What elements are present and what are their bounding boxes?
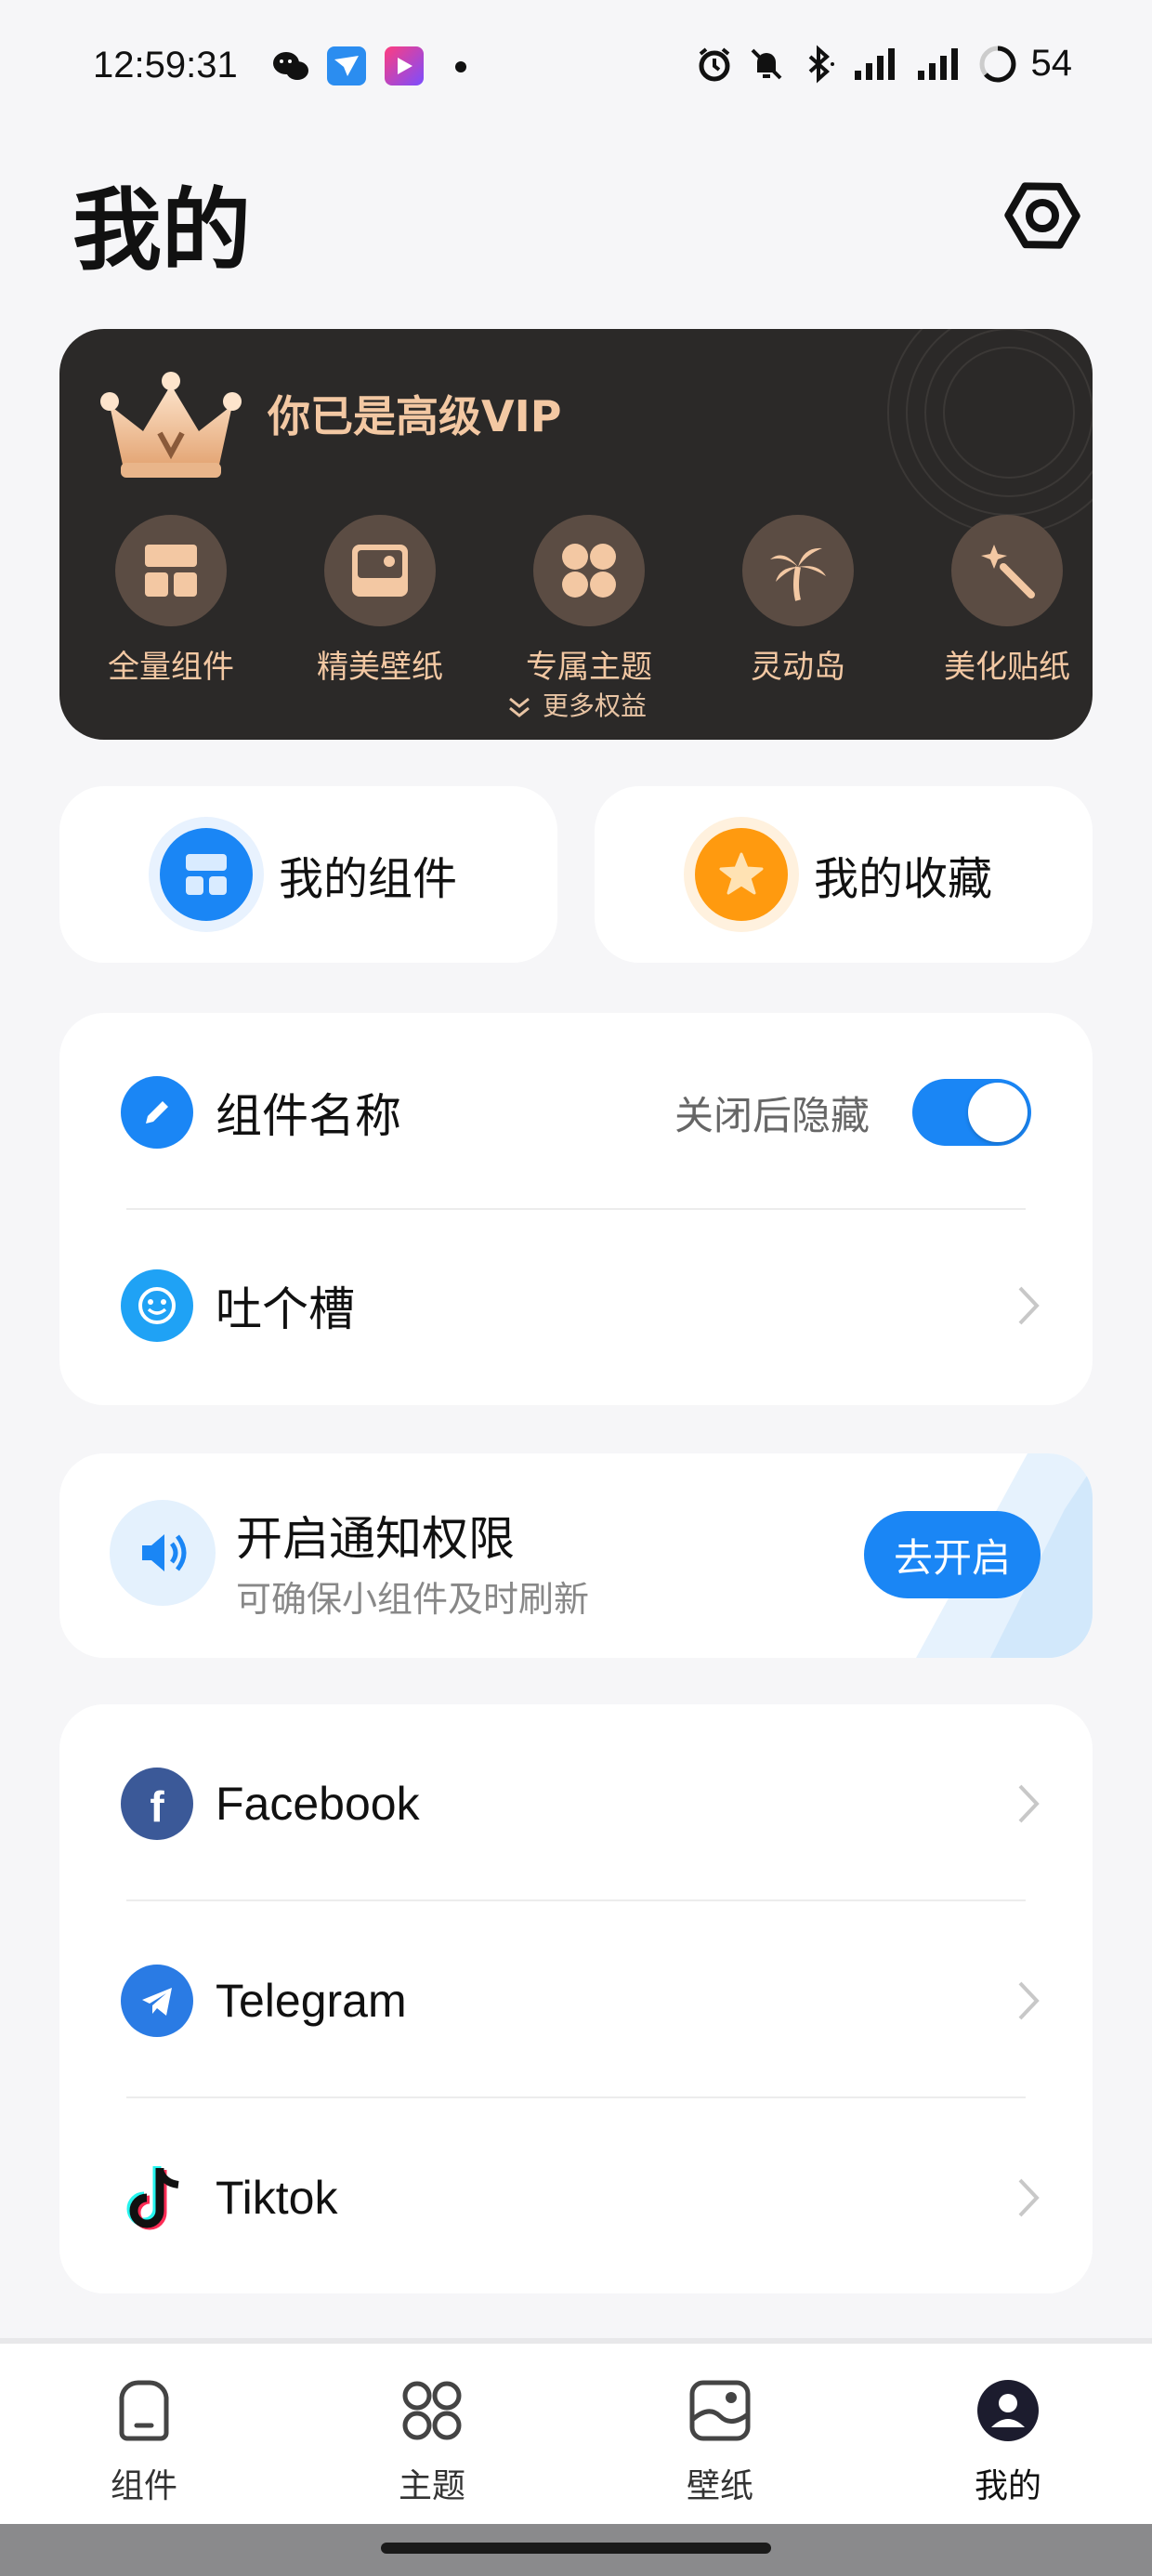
bottom-tab-bar: 组件 主题 壁纸 我的 (0, 2338, 1152, 2524)
notification-subtitle: 可确保小组件及时刷新 (236, 1579, 590, 1620)
tab-widgets[interactable]: 组件 (51, 2373, 237, 2507)
hide-widget-name-toggle[interactable] (912, 1079, 1031, 1146)
battery-icon (979, 46, 1015, 82)
more-benefits-link[interactable]: 更多权益 (59, 686, 1093, 723)
social-row-telegram[interactable]: Telegram (59, 1901, 1093, 2100)
my-favorites-label: 我的收藏 (813, 853, 992, 905)
my-widgets-label: 我的组件 (278, 853, 457, 905)
status-time: 12:59:31 (93, 45, 238, 85)
vip-benefit-wallpaper[interactable]: 精美壁纸 (287, 515, 473, 687)
pencil-icon (121, 1076, 193, 1149)
mute-icon (751, 48, 781, 79)
double-chevron-down-icon (509, 697, 530, 717)
social-label: Telegram (216, 1975, 407, 2027)
system-navigation-bar (0, 2524, 1152, 2576)
facebook-icon: f (121, 1768, 193, 1840)
chevron-right-icon (1018, 1981, 1040, 2020)
feedback-row[interactable]: 吐个槽 (59, 1206, 1093, 1405)
wechat-icon (271, 46, 310, 85)
settings-icon[interactable] (1003, 177, 1081, 255)
vip-card[interactable]: 你已是高级VIP 全量组件 精美壁纸 专属主题 灵动岛 美化贴纸 更多权益 (59, 329, 1093, 740)
smiley-icon (121, 1269, 193, 1342)
tab-mine[interactable]: 我的 (915, 2373, 1101, 2507)
tab-themes[interactable]: 主题 (339, 2373, 525, 2507)
enable-notifications-button[interactable]: 去开启 (864, 1511, 1041, 1598)
tab-label: 我的 (974, 2467, 1041, 2505)
status-right-group: 54 (695, 43, 1073, 85)
settings-card: 组件名称 关闭后隐藏 吐个槽 (59, 1013, 1093, 1405)
speaker-icon (110, 1500, 216, 1606)
vip-title: 你已是高级VIP (268, 391, 562, 441)
social-card: f Facebook Telegram Tiktok (59, 1704, 1093, 2293)
chevron-right-icon (1018, 2178, 1040, 2217)
crown-icon (100, 372, 242, 478)
my-widgets-button[interactable]: 我的组件 (59, 786, 557, 963)
vip-benefit-label: 专属主题 (526, 649, 652, 686)
my-widgets-icon (159, 828, 253, 921)
social-label: Tiktok (216, 2172, 338, 2224)
star-icon (694, 828, 788, 921)
vip-benefit-label: 全量组件 (108, 649, 234, 686)
vip-benefit-label: 美化贴纸 (944, 649, 1070, 686)
tab-label: 壁纸 (686, 2467, 753, 2505)
messenger-app-icon (327, 46, 366, 85)
vip-benefit-dynamic-island[interactable]: 灵动岛 (705, 515, 891, 687)
social-row-facebook[interactable]: f Facebook (59, 1704, 1093, 1903)
widget-tab-icon (107, 2373, 181, 2448)
tab-label: 组件 (110, 2467, 177, 2505)
video-app-icon (385, 46, 424, 85)
telegram-icon (121, 1965, 193, 2037)
toggle-knob (968, 1083, 1028, 1142)
battery-level: 54 (1030, 43, 1073, 84)
tab-wallpapers[interactable]: 壁纸 (627, 2373, 813, 2507)
vip-benefit-label: 灵动岛 (751, 649, 845, 686)
my-favorites-button[interactable]: 我的收藏 (595, 786, 1093, 963)
wallpaper-icon (324, 515, 436, 626)
more-benefits-label: 更多权益 (542, 690, 647, 721)
magic-wand-icon (951, 515, 1063, 626)
signal-icon (854, 47, 895, 80)
toggle-hint: 关闭后隐藏 (674, 1092, 870, 1138)
profile-tab-icon (971, 2373, 1045, 2448)
widget-name-label: 组件名称 (216, 1089, 401, 1143)
page-title: 我的 (72, 178, 251, 283)
tiktok-icon (121, 2162, 193, 2234)
feedback-label: 吐个槽 (216, 1282, 355, 1336)
social-row-tiktok[interactable]: Tiktok (59, 2098, 1093, 2297)
theme-icon (533, 515, 645, 626)
alarm-icon (699, 46, 729, 81)
wallpaper-tab-icon (683, 2373, 757, 2448)
chevron-right-icon (1018, 1286, 1040, 1325)
notification-permission-card: 开启通知权限 可确保小组件及时刷新 去开启 (59, 1453, 1093, 1658)
status-bar: 12:59:31 54 (0, 0, 1152, 139)
palm-tree-icon (742, 515, 854, 626)
tab-label: 主题 (398, 2467, 465, 2505)
theme-tab-icon (395, 2373, 469, 2448)
vip-benefit-theme[interactable]: 专属主题 (496, 515, 682, 687)
vip-benefit-widgets[interactable]: 全量组件 (78, 515, 264, 687)
chevron-right-icon (1018, 1784, 1040, 1823)
widgets-icon (115, 515, 227, 626)
widget-name-row: 组件名称 关闭后隐藏 (59, 1013, 1093, 1212)
vip-benefit-label: 精美壁纸 (317, 649, 443, 686)
signal-icon (917, 47, 958, 80)
bluetooth-icon (808, 45, 834, 83)
dot-icon (455, 61, 466, 72)
vip-benefit-stickers[interactable]: 美化贴纸 (914, 515, 1093, 687)
home-handle[interactable] (381, 2543, 771, 2554)
social-label: Facebook (216, 1778, 420, 1830)
notification-title: 开启通知权限 (236, 1512, 515, 1566)
